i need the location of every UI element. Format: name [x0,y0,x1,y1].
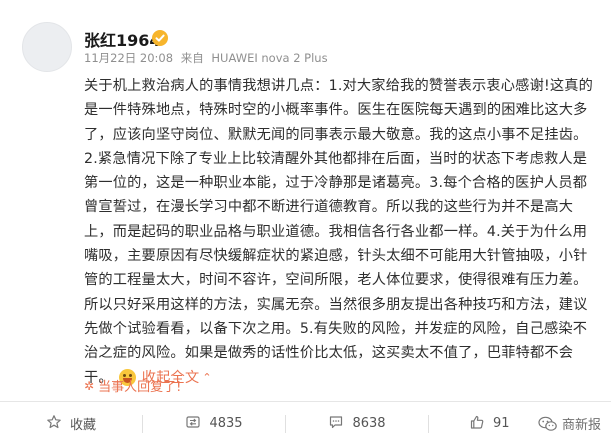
post-header: 张红1964 11月22日 20:08 来自 HUAWEI nova 2 Plu… [0,0,611,72]
post-line: 治之症的风险。如果是做秀的话性价比太低，这买卖太不值了，巴菲特都不会 [84,345,574,362]
post-timestamp: 11月22日 20:08 [84,51,174,65]
post-line: 嘴吸，主要原因有尽快缓解症状的紧迫感，针头太细不可能用大针管抽吸，小针 [84,248,588,265]
post-line: 上，而是起码的职业品格与职业道德。我相信各行各业都一样。4.关于为什么用 [84,223,588,240]
post-line: 管的工程量太大，时间不容许，空间所限，老人体位要求，使得很难有压力差。 [84,272,588,289]
wechat-icon [538,416,558,432]
comment-button[interactable]: 8638 [286,414,428,434]
author-reply-link[interactable]: ✲ 当事人回复了! [84,376,182,396]
star-icon [46,414,62,434]
post-line: 先做个试验看看，以备下次之用。5.有失败的风险，并发症的风险，自己感染不 [84,320,588,337]
action-bar: 收藏 4835 8638 91 [0,402,611,445]
post-line: 关于机上救治病人的事情我想讲几点：1.对大家给我的赞誉表示衷心感谢!这真的 [84,78,594,94]
repost-button[interactable]: 4835 [143,414,285,434]
chevron-up-icon: ⌃ [202,370,212,384]
post-text: 关于机上救治病人的事情我想讲几点：1.对大家给我的赞誉表示衷心感谢!这真的 是一… [84,74,594,390]
like-count: 91 [492,416,510,431]
post-line: 是一件特殊地点，特殊时空的小概率事件。医生在医院每天遇到的困难比这大多 [84,102,588,119]
author-reply-label: 当事人回复了! [98,380,182,395]
sparkle-icon: ✲ [84,378,95,393]
comment-count: 8638 [352,416,386,431]
comment-icon [328,414,344,434]
repost-count: 4835 [209,416,243,431]
avatar[interactable] [22,22,72,72]
post-source-prefix: 来自 [180,51,204,65]
post-device[interactable]: HUAWEI nova 2 Plus [211,51,327,65]
post-line: 了，应该向坚守岗位、默默无闻的同事表示最大敬意。我的这点小事不足挂齿。 [84,126,588,143]
post-line: 所以只好采用这样的方法，实属无奈。当然很多朋友提出各种技巧和方法，建议 [84,296,588,313]
post-line: 第一位的，这是一种职业本能，过于冷静那是诸葛亮。3.每个合格的医护人员都 [84,175,588,192]
watermark-text: 商新报 [561,418,601,433]
watermark: 商新报 [538,414,601,433]
favorite-button[interactable]: 收藏 [0,414,142,434]
author-name[interactable]: 张红1964 [84,27,161,51]
post-meta: 11月22日 20:08 来自 HUAWEI nova 2 Plus [84,50,332,66]
post-line: 2.紧急情况下除了专业上比较清醒外其他都排在后面，当时的状态下考虑救人是 [84,150,588,167]
favorite-label: 收藏 [70,418,97,433]
post-line: 曾宣誓过，在漫长学习中都不断进行道德教育。所以我的这些行为并不是高大 [84,199,574,216]
thumbs-up-icon [469,414,485,434]
repost-icon [185,414,201,434]
verified-badge-icon [152,30,168,46]
